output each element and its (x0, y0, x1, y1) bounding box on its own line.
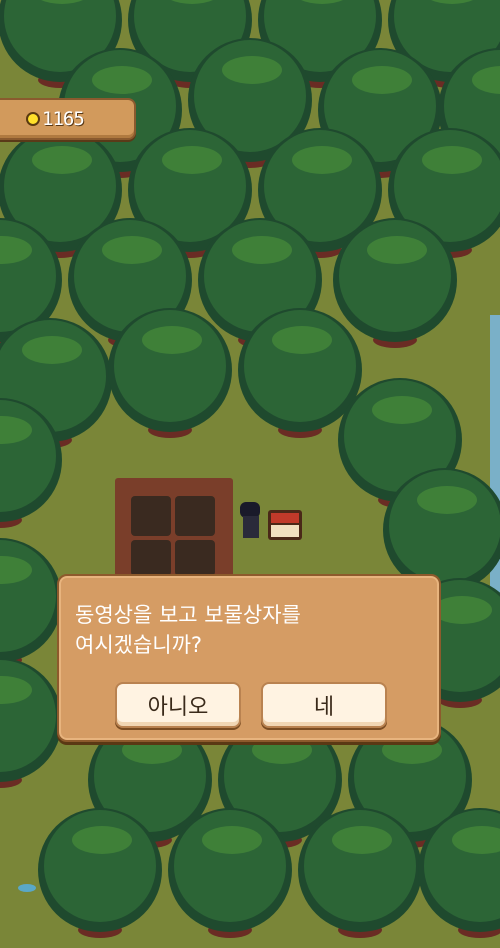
coin-counter: 1165 (0, 98, 136, 140)
player-character (240, 502, 260, 538)
yes-button[interactable]: 네 (261, 682, 387, 728)
no-button[interactable]: 아니오 (115, 682, 241, 728)
treasure-ad-dialog: 동영상을 보고 보물상자를 여시겠습니까? 아니오 네 (57, 574, 441, 742)
gold-coin-icon (26, 112, 40, 126)
game-map (0, 0, 500, 948)
dialog-message: 동영상을 보고 보물상자를 여시겠습니까? (75, 603, 301, 657)
treasure-chest[interactable] (268, 510, 302, 540)
farm-plot[interactable] (115, 478, 233, 578)
small-pond (18, 884, 36, 892)
coin-amount: 1165 (42, 108, 85, 130)
